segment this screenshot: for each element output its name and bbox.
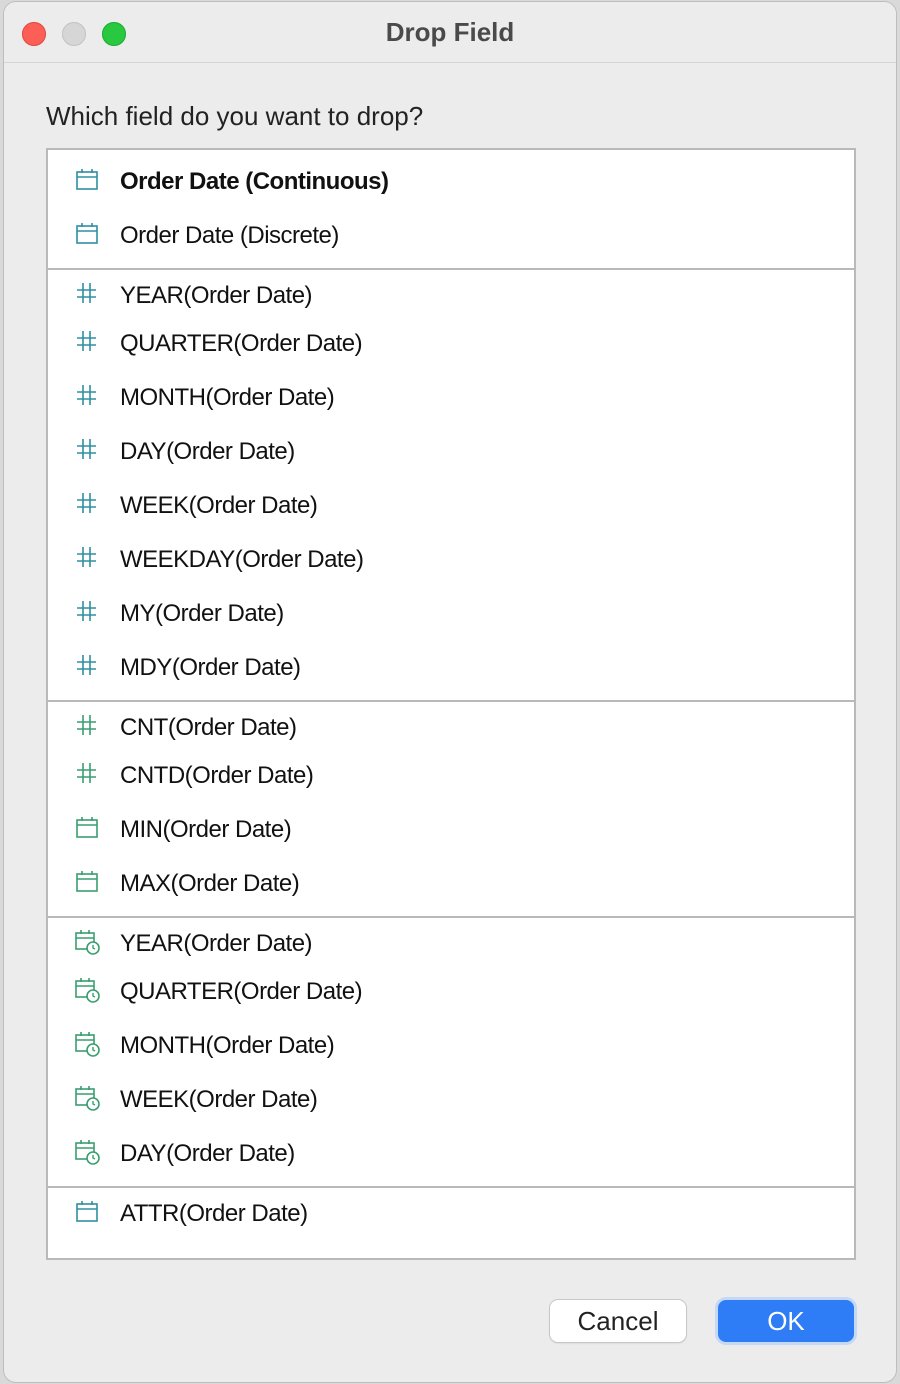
field-option-month-discrete[interactable]: MONTH(Order Date) (48, 376, 854, 422)
field-option-quarter-discrete[interactable]: QUARTER(Order Date) (48, 322, 854, 368)
field-option-label: MONTH(Order Date) (120, 1032, 335, 1059)
field-option-label: DAY(Order Date) (120, 438, 295, 465)
title-bar: Drop Field (4, 2, 896, 63)
field-option-label: MDY(Order Date) (120, 654, 301, 681)
field-option-year-discrete[interactable]: YEAR(Order Date) (48, 274, 854, 320)
field-list[interactable]: Order Date (Continuous) Order Date (Disc… (46, 148, 856, 1260)
hash-icon (74, 653, 100, 679)
hash-green-icon (74, 713, 100, 739)
field-option-label: CNT(Order Date) (120, 714, 297, 741)
field-option-week-continuous[interactable]: WEEK(Order Date) (48, 1078, 854, 1124)
field-option-month-continuous[interactable]: MONTH(Order Date) (48, 1024, 854, 1070)
field-option-label: CNTD(Order Date) (120, 762, 314, 789)
field-option-label: YEAR(Order Date) (120, 282, 313, 309)
hash-icon (74, 281, 100, 307)
dialog-title: Drop Field (385, 17, 515, 47)
field-option-label: DAY(Order Date) (120, 1140, 295, 1167)
field-option-label: Order Date (Continuous) (120, 168, 389, 195)
list-divider (48, 916, 854, 918)
field-option-max[interactable]: MAX(Order Date) (48, 862, 854, 908)
hash-icon (74, 383, 100, 409)
field-option-cntd[interactable]: CNTD(Order Date) (48, 754, 854, 800)
field-option-label: WEEKDAY(Order Date) (120, 546, 364, 573)
list-divider (48, 1186, 854, 1188)
field-option-day-discrete[interactable]: DAY(Order Date) (48, 430, 854, 476)
field-option-label: QUARTER(Order Date) (120, 978, 363, 1005)
list-divider (48, 268, 854, 270)
field-option-label: ATTR(Order Date) (120, 1200, 308, 1227)
field-option-year-continuous[interactable]: YEAR(Order Date) (48, 922, 854, 968)
field-option-my[interactable]: MY(Order Date) (48, 592, 854, 638)
calendar-clock-icon (74, 1085, 100, 1111)
calendar-clock-icon (74, 977, 100, 1003)
field-option-weekday[interactable]: WEEKDAY(Order Date) (48, 538, 854, 584)
calendar-green-icon (74, 815, 100, 841)
ok-button[interactable]: OK (718, 1300, 854, 1342)
calendar-icon (74, 167, 100, 193)
field-option-attr[interactable]: ATTR(Order Date) (48, 1192, 854, 1238)
calendar-clock-icon (74, 929, 100, 955)
drop-field-dialog: Drop Field Which field do you want to dr… (4, 2, 896, 1382)
dialog-prompt: Which field do you want to drop? (46, 101, 424, 131)
field-option-week-discrete[interactable]: WEEK(Order Date) (48, 484, 854, 530)
field-option-cnt[interactable]: CNT(Order Date) (48, 706, 854, 752)
field-option-order-date-discrete[interactable]: Order Date (Discrete) (48, 214, 854, 260)
calendar-green-icon (74, 869, 100, 895)
calendar-clock-icon (74, 1139, 100, 1165)
list-divider (48, 700, 854, 702)
field-option-label: QUARTER(Order Date) (120, 330, 363, 357)
hash-icon (74, 437, 100, 463)
field-option-label: Order Date (Discrete) (120, 222, 339, 249)
calendar-clock-icon (74, 1031, 100, 1057)
hash-icon (74, 545, 100, 571)
calendar-icon (74, 221, 100, 247)
hash-icon (74, 599, 100, 625)
hash-green-icon (74, 761, 100, 787)
field-option-quarter-continuous[interactable]: QUARTER(Order Date) (48, 970, 854, 1016)
field-option-min[interactable]: MIN(Order Date) (48, 808, 854, 854)
field-option-label: MIN(Order Date) (120, 816, 292, 843)
field-option-label: MAX(Order Date) (120, 870, 300, 897)
field-option-label: WEEK(Order Date) (120, 1086, 318, 1113)
cancel-button[interactable]: Cancel (550, 1300, 686, 1342)
field-option-day-continuous[interactable]: DAY(Order Date) (48, 1132, 854, 1178)
calendar-icon (74, 1199, 100, 1225)
field-option-label: MONTH(Order Date) (120, 384, 335, 411)
field-option-label: WEEK(Order Date) (120, 492, 318, 519)
hash-icon (74, 491, 100, 517)
field-option-order-date-continuous[interactable]: Order Date (Continuous) (48, 160, 854, 206)
field-option-label: YEAR(Order Date) (120, 930, 313, 957)
hash-icon (74, 329, 100, 355)
field-option-mdy[interactable]: MDY(Order Date) (48, 646, 854, 692)
field-option-label: MY(Order Date) (120, 600, 284, 627)
